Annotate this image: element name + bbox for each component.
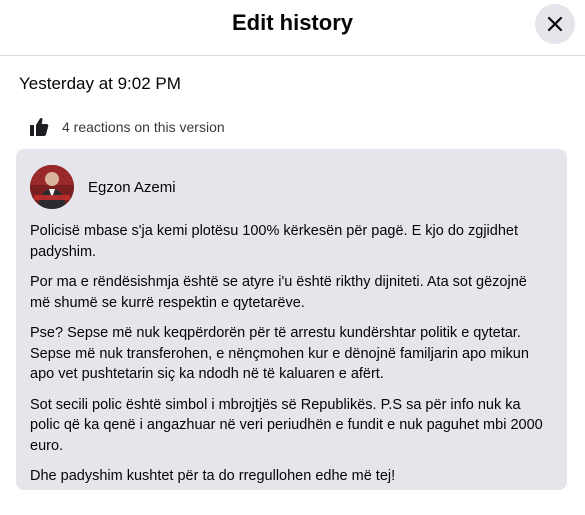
close-icon [547,16,563,32]
post-body: Policisë mbase s'ja kemi plotësu 100% kë… [30,221,550,497]
post-paragraph: Policisë mbase s'ja kemi plotësu 100% kë… [30,223,518,260]
post-paragraph: Sot secili polic është simbol i mbrojtjë… [30,396,543,454]
avatar[interactable] [30,165,74,209]
reactions-count-text: 4 reactions on this version [62,119,225,135]
version-timestamp: Yesterday at 9:02 PM [19,74,181,93]
post-paragraph: Pse? Sepse më nuk keqpërdorën për të arr… [30,325,529,382]
post-paragraph: Por ma e rëndësishmja është se atyre i'u… [30,274,527,311]
reactions-summary[interactable]: 4 reactions on this version [28,116,225,138]
author-name[interactable]: Egzon Azemi [88,179,176,196]
post-author-row: Egzon Azemi [30,165,176,209]
close-button[interactable] [535,4,575,44]
dialog-header: Edit history [0,0,585,56]
thumbs-up-icon [28,116,50,138]
post-paragraph: Dhe padyshim kushtet për ta do rregulloh… [30,468,396,484]
dialog-title: Edit history [231,10,353,35]
post-version-card: Egzon Azemi Policisë mbase s'ja kemi plo… [16,149,567,490]
